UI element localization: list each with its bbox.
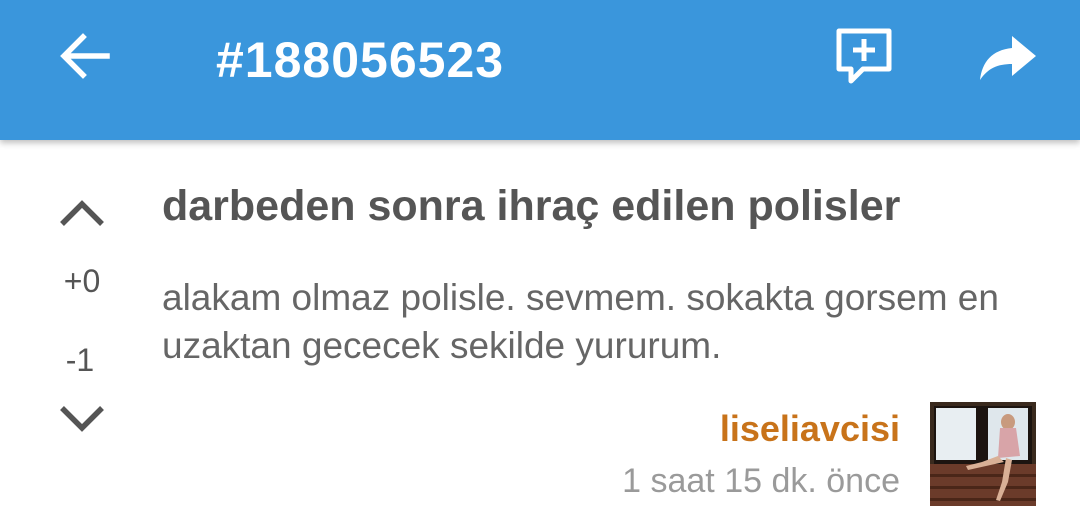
share-icon xyxy=(978,32,1038,89)
arrow-back-icon xyxy=(57,29,111,88)
upvote-button[interactable] xyxy=(54,191,110,239)
chevron-down-icon xyxy=(58,404,106,439)
downvote-count: -1 xyxy=(65,342,95,378)
entry-timestamp: 1 saat 15 dk. önce xyxy=(622,462,900,500)
back-button[interactable] xyxy=(48,22,120,94)
downvote-button[interactable] xyxy=(54,397,110,445)
top-app-bar: #188056523 xyxy=(0,0,1080,140)
add-comment-icon xyxy=(833,25,895,92)
entry-body: alakam olmaz polisle. sevmem. sokakta go… xyxy=(162,277,999,366)
share-button[interactable] xyxy=(972,24,1044,96)
page-title: #188056523 xyxy=(216,32,505,88)
author-name[interactable]: liseliavcisi xyxy=(720,406,900,452)
avatar[interactable] xyxy=(930,402,1036,506)
vote-column: +0 -1 xyxy=(40,175,124,475)
upvote-count: +0 xyxy=(63,263,101,299)
entry-title[interactable]: darbeden sonra ihraç edilen polisler xyxy=(162,178,900,234)
add-comment-button[interactable] xyxy=(826,20,902,96)
chevron-up-icon xyxy=(58,198,106,233)
app-root: #188056523 +0 -1 darbeden sonra ihraç ed… xyxy=(0,0,1080,510)
